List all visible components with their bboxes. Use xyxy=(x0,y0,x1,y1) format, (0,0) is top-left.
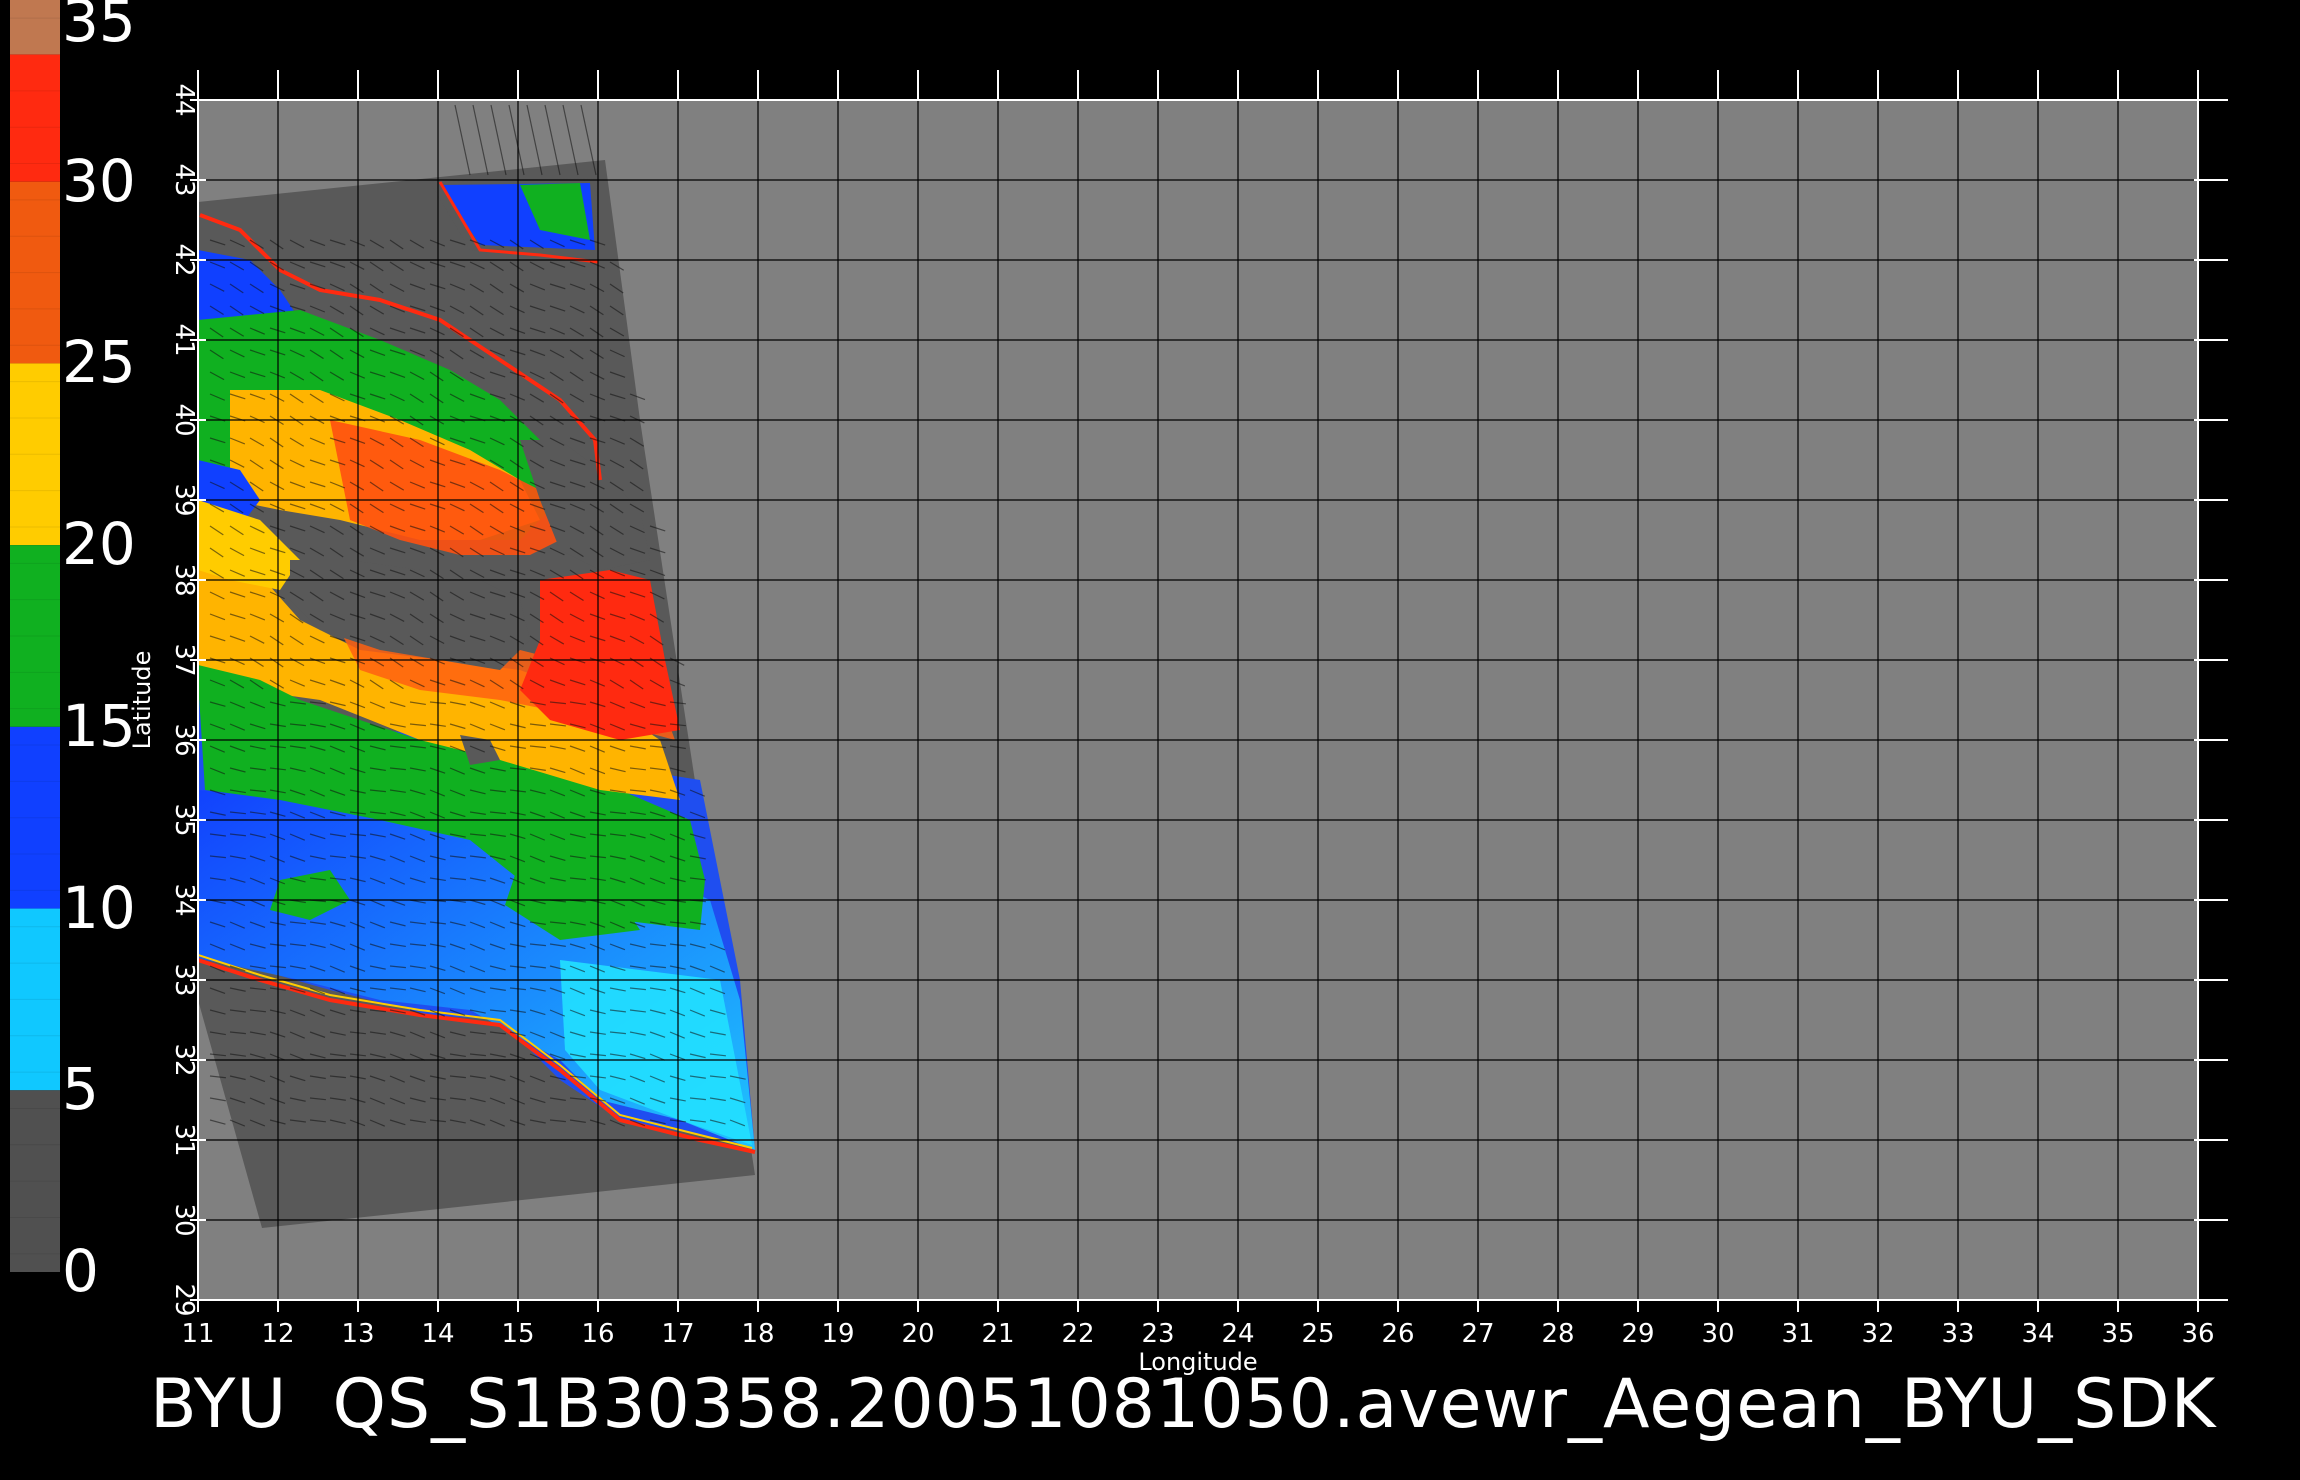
lat-tick-label: 37 xyxy=(169,643,199,676)
lat-tick-label: 36 xyxy=(169,723,199,756)
wind-map: 11 12 13 14 15 16 17 18 19 20 21 22 23 24 25 26 27 28 29 30… xyxy=(10,0,2228,1376)
lat-tick-label: 42 xyxy=(169,243,199,276)
colorbar-label: 5 xyxy=(62,1055,99,1124)
lat-tick-label: 43 xyxy=(169,163,199,196)
lon-tick-label: 20 xyxy=(901,1319,934,1349)
colorbar-label: 0 xyxy=(62,1237,99,1305)
lat-tick-label: 41 xyxy=(169,323,199,356)
colorbar-label: 25 xyxy=(62,328,136,397)
lon-tick-label: 28 xyxy=(1541,1319,1574,1349)
lon-tick-label: 33 xyxy=(1941,1319,1974,1349)
lon-tick-label: 19 xyxy=(821,1319,854,1349)
lat-tick-label: 29 xyxy=(169,1283,199,1316)
lat-tick-label: 33 xyxy=(169,963,199,996)
lon-tick-label: 16 xyxy=(581,1319,614,1349)
colorbar-label: 10 xyxy=(62,873,136,942)
lat-tick-label: 32 xyxy=(169,1043,199,1076)
lon-tick-label: 24 xyxy=(1221,1319,1254,1349)
lon-tick-label: 23 xyxy=(1141,1319,1174,1349)
lat-tick-label: 38 xyxy=(169,563,199,596)
colorbar-label: 20 xyxy=(62,510,136,579)
lon-tick-label: 26 xyxy=(1381,1319,1414,1349)
lon-tick-label: 22 xyxy=(1061,1319,1094,1349)
lon-tick-label: 36 xyxy=(2181,1319,2214,1349)
lon-tick-label: 35 xyxy=(2101,1319,2134,1349)
lon-tick-label: 14 xyxy=(421,1319,454,1349)
lat-tick-label: 44 xyxy=(169,83,199,116)
lat-tick-label: 40 xyxy=(169,403,199,436)
colorbar-label: 15 xyxy=(62,691,136,760)
lon-tick-label: 27 xyxy=(1461,1319,1494,1349)
lat-tick-label: 35 xyxy=(169,803,199,836)
colorbar-label: 30 xyxy=(62,146,136,215)
colorbar-cap xyxy=(10,0,60,55)
lon-tick-label: 25 xyxy=(1301,1319,1334,1349)
lat-tick-label: 34 xyxy=(169,883,199,916)
lon-tick-label: 31 xyxy=(1781,1319,1814,1349)
lat-tick-label: 31 xyxy=(169,1123,199,1156)
lon-tick-label: 18 xyxy=(741,1319,774,1349)
lon-tick-label: 17 xyxy=(661,1319,694,1349)
lon-tick-label: 13 xyxy=(341,1319,374,1349)
file-title: BYU QS_S1B30358.20051081050.avewr_Aegean… xyxy=(150,1365,2217,1444)
latitude-ticks: 29 30 31 32 33 34 35 36 37 38 39 40 41 42 43 44 xyxy=(169,83,199,1316)
lon-tick-label: 32 xyxy=(1861,1319,1894,1349)
colorbar-segment xyxy=(10,54,60,182)
lon-tick-label: 15 xyxy=(501,1319,534,1349)
lon-tick-label: 34 xyxy=(2021,1319,2054,1349)
colorbar xyxy=(10,0,60,1272)
lat-tick-label: 39 xyxy=(169,483,199,516)
lon-tick-label: 29 xyxy=(1621,1319,1654,1349)
lon-tick-label: 12 xyxy=(261,1319,294,1349)
lon-tick-label: 21 xyxy=(981,1319,1014,1349)
colorbar-label: 35 xyxy=(62,0,136,55)
longitude-ticks: 11 12 13 14 15 16 17 18 19 20 21 22 23 24 25 26 27 28 29 30… xyxy=(181,1319,2214,1349)
lat-tick-label: 30 xyxy=(169,1203,199,1236)
lon-tick-label: 30 xyxy=(1701,1319,1734,1349)
lon-tick-label: 11 xyxy=(181,1319,214,1349)
